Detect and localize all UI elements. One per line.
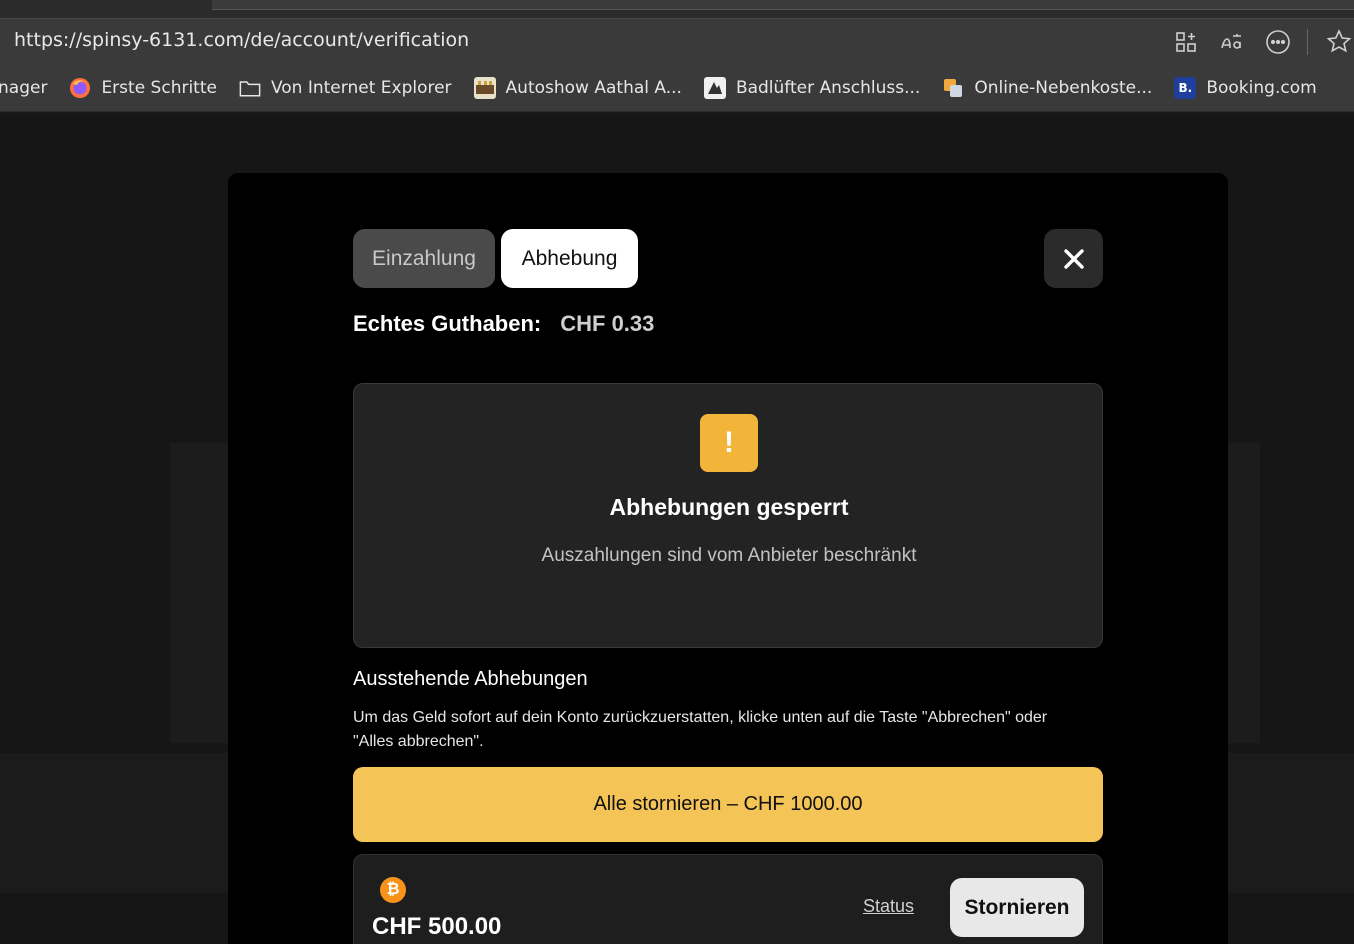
pending-withdrawal-row: ₿ CHF 500.00 Status Stornieren bbox=[353, 854, 1103, 944]
translate-icon[interactable] bbox=[1217, 27, 1247, 57]
pending-withdrawals-description: Um das Geld sofort auf dein Konto zurück… bbox=[353, 709, 1048, 750]
browser-tab-strip bbox=[0, 0, 1354, 18]
wallet-modal: Einzahlung Abhebung Echtes Guthaben: CHF… bbox=[228, 173, 1228, 944]
favorite-star-icon[interactable] bbox=[1324, 27, 1354, 57]
bookmark-label: Erste Schritte bbox=[101, 77, 217, 98]
bookmarks-bar: nager Erste Schritte Von Internet Explor… bbox=[0, 64, 1354, 112]
status-link[interactable]: Status bbox=[863, 896, 914, 917]
site-favicon-icon bbox=[473, 76, 496, 99]
bookmark-item[interactable]: Badlüfter Anschluss... bbox=[703, 76, 921, 99]
booking-icon: B. bbox=[1174, 76, 1197, 99]
bookmark-item[interactable]: Autoshow Aathal A... bbox=[473, 76, 682, 99]
close-icon bbox=[1063, 248, 1084, 269]
bookmark-label: nager bbox=[0, 77, 48, 98]
bookmark-label: Badlüfter Anschluss... bbox=[735, 77, 921, 98]
bookmark-label: Autoshow Aathal A... bbox=[505, 77, 682, 98]
toolbar-separator bbox=[1307, 29, 1308, 55]
site-favicon-icon bbox=[942, 77, 964, 99]
withdrawal-amount: CHF 500.00 bbox=[372, 913, 502, 940]
folder-icon bbox=[239, 77, 261, 99]
bookmark-item[interactable]: Von Internet Explorer bbox=[239, 77, 452, 99]
warning-icon: ! bbox=[700, 414, 758, 472]
bookmark-item[interactable]: B. Booking.com bbox=[1174, 76, 1317, 99]
browser-active-tab[interactable] bbox=[212, 0, 1354, 10]
wallet-tabs: Einzahlung Abhebung bbox=[353, 229, 644, 288]
firefox-icon bbox=[69, 77, 91, 99]
bookmark-item[interactable]: nager bbox=[0, 78, 47, 98]
more-options-icon[interactable] bbox=[1263, 27, 1293, 57]
bookmark-label: Booking.com bbox=[1206, 77, 1317, 98]
close-button[interactable] bbox=[1044, 229, 1103, 288]
tab-withdraw[interactable]: Abhebung bbox=[501, 229, 638, 288]
bookmark-item[interactable]: Online-Nebenkoste... bbox=[942, 77, 1152, 99]
browser-address-bar: https://spinsy-6131.com/de/account/verif… bbox=[0, 18, 1354, 64]
address-bar-actions bbox=[1155, 27, 1354, 57]
notice-title: Abhebungen gesperrt bbox=[609, 494, 849, 520]
bookmark-item[interactable]: Erste Schritte bbox=[69, 77, 217, 99]
balance-value: CHF 0.33 bbox=[560, 311, 655, 336]
balance-label: Echtes Guthaben: bbox=[353, 311, 542, 336]
pending-withdrawals-title: Ausstehende Abhebungen bbox=[353, 668, 588, 690]
tab-deposit[interactable]: Einzahlung bbox=[353, 229, 495, 288]
site-favicon-icon bbox=[703, 76, 726, 99]
apps-icon[interactable] bbox=[1171, 27, 1201, 57]
url-field[interactable]: https://spinsy-6131.com/de/account/verif… bbox=[14, 29, 469, 51]
notice-text: Auszahlungen sind vom Anbieter beschränk… bbox=[541, 545, 917, 566]
bookmark-label: Von Internet Explorer bbox=[270, 77, 452, 98]
balance-row: Echtes Guthaben: CHF 0.33 bbox=[353, 311, 654, 337]
withdrawal-blocked-notice: ! Abhebungen gesperrt Auszahlungen sind … bbox=[353, 383, 1103, 648]
cancel-withdrawal-button[interactable]: Stornieren bbox=[950, 878, 1084, 937]
bookmark-label: Online-Nebenkoste... bbox=[974, 77, 1153, 98]
bitcoin-icon: ₿ bbox=[380, 877, 406, 903]
cancel-all-button[interactable]: Alle stornieren – CHF 1000.00 bbox=[353, 767, 1103, 842]
